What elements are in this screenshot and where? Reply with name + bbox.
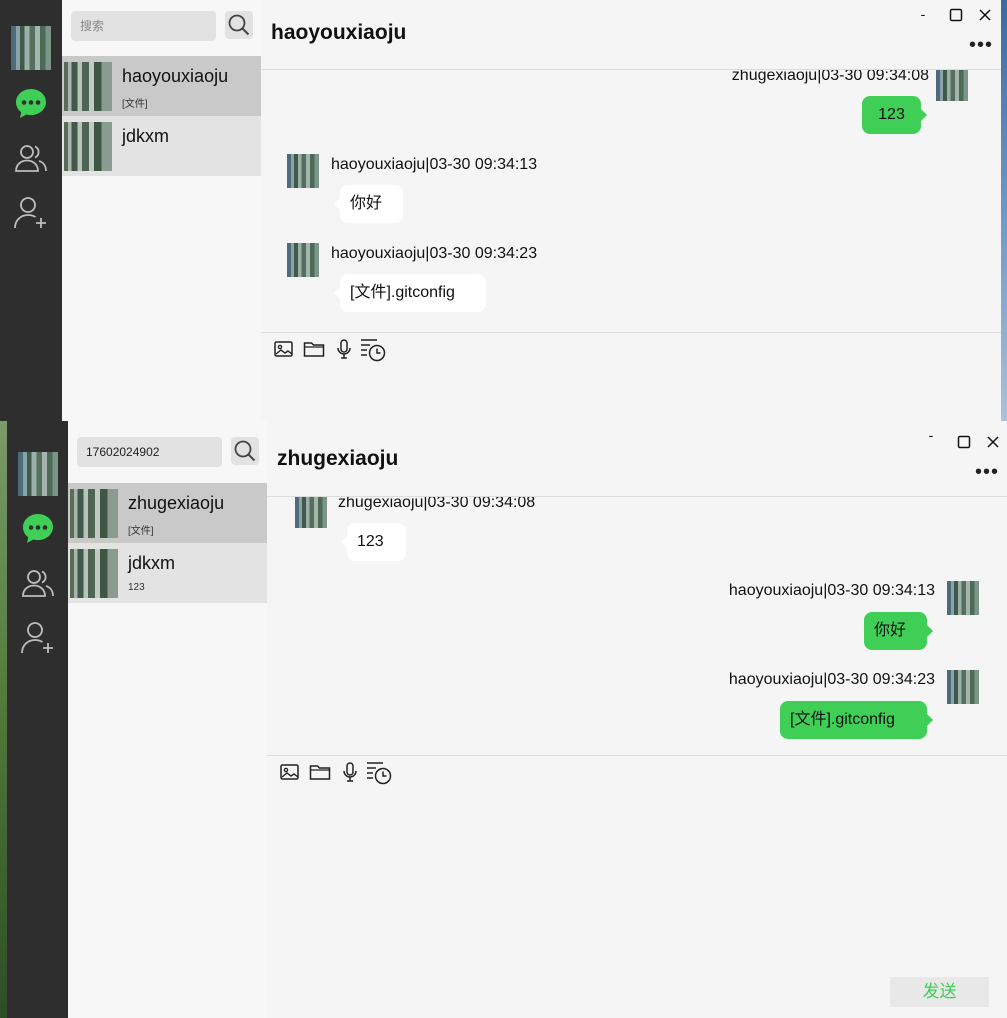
chat-icon[interactable]	[13, 86, 49, 122]
search-bar	[62, 0, 261, 56]
message-bubble-sent: 123	[862, 96, 927, 134]
avatar	[936, 70, 968, 101]
contacts-icon[interactable]	[20, 565, 56, 601]
send-button[interactable]: 发送	[890, 977, 989, 1007]
chat-title: zhugexiaoju	[277, 447, 399, 470]
message-meta: haoyouxiaoju|03-30 09:34:13	[331, 156, 538, 173]
message-meta: haoyouxiaoju|03-30 09:34:13	[728, 582, 935, 599]
list-item-zhugexiaoju[interactable]: zhugexiaoju [文件]	[68, 483, 267, 543]
avatar	[947, 581, 979, 615]
search-input[interactable]	[77, 437, 222, 467]
nav-sidebar	[7, 421, 68, 1018]
contact-preview: [文件]	[128, 526, 154, 537]
avatar	[70, 549, 118, 598]
message-meta: zhugexiaoju|03-30 09:34:08	[731, 70, 929, 84]
user-avatar[interactable]	[11, 26, 51, 70]
contact-name: jdkxm	[128, 553, 176, 573]
folder-icon[interactable]	[308, 760, 332, 784]
chat-window-haoyouxiaoju: haoyouxiaoju [文件] jdkxm haoyouxiaoju - •…	[0, 0, 1007, 421]
avatar	[947, 670, 979, 704]
more-options-button[interactable]: •••	[975, 462, 999, 482]
contact-preview: 123	[128, 582, 145, 593]
image-icon[interactable]	[272, 337, 296, 361]
contact-name: zhugexiaoju	[128, 493, 225, 513]
avatar	[64, 122, 112, 171]
chat-title: haoyouxiaoju	[271, 21, 407, 44]
contacts-icon[interactable]	[13, 140, 49, 176]
search-icon[interactable]	[231, 437, 259, 465]
add-friend-icon[interactable]	[13, 194, 49, 230]
chat-icon[interactable]	[20, 511, 56, 547]
list-item-haoyouxiaoju[interactable]: haoyouxiaoju [文件]	[62, 56, 261, 116]
input-toolbar: 发送	[267, 755, 1007, 1018]
microphone-icon[interactable]	[338, 760, 362, 784]
close-button[interactable]	[987, 436, 999, 448]
avatar	[64, 62, 112, 111]
message-bubble-received: 123	[341, 523, 406, 561]
contact-name: haoyouxiaoju	[122, 66, 229, 86]
conversation-list: haoyouxiaoju [文件] jdkxm	[62, 0, 262, 421]
add-friend-icon[interactable]	[20, 619, 56, 655]
nav-sidebar	[0, 0, 62, 421]
more-options-button[interactable]: •••	[969, 35, 993, 55]
conversation-list: zhugexiaoju [文件] jdkxm 123	[68, 421, 268, 1018]
minimize-button[interactable]: -	[913, 6, 933, 22]
search-bar	[68, 421, 267, 483]
folder-icon[interactable]	[302, 337, 326, 361]
avatar	[287, 243, 319, 277]
maximize-button[interactable]	[949, 8, 963, 22]
message-bubble-sent: 你好	[864, 612, 933, 650]
chat-panel: haoyouxiaoju - ••• zhugexiaoju|03-30 09:…	[261, 0, 1001, 421]
minimize-button[interactable]: -	[921, 427, 941, 443]
message-meta: haoyouxiaoju|03-30 09:34:23	[728, 671, 935, 688]
message-area: zhugexiaoju|03-30 09:34:08 123 haoyouxia…	[267, 497, 1007, 755]
contact-preview: [文件]	[122, 99, 148, 110]
contact-name: jdkxm	[122, 126, 170, 146]
image-icon[interactable]	[278, 760, 302, 784]
avatar	[287, 154, 319, 188]
close-button[interactable]	[979, 9, 991, 21]
chat-panel: zhugexiaoju - ••• zhugexiaoju|03-30 09:3…	[267, 421, 1007, 1018]
history-icon[interactable]	[359, 335, 387, 363]
message-bubble-received: 你好	[334, 185, 403, 223]
message-bubble-received: [文件].gitconfig	[334, 274, 486, 312]
user-avatar[interactable]	[17, 452, 58, 496]
history-icon[interactable]	[365, 758, 393, 786]
avatar	[295, 497, 327, 528]
list-item-jdkxm[interactable]: jdkxm	[62, 116, 261, 176]
input-toolbar	[261, 332, 1001, 421]
microphone-icon[interactable]	[332, 337, 356, 361]
maximize-button[interactable]	[957, 435, 971, 449]
list-item-jdkxm[interactable]: jdkxm 123	[68, 543, 267, 603]
message-bubble-sent: [文件].gitconfig	[780, 701, 933, 739]
message-meta: zhugexiaoju|03-30 09:34:08	[338, 497, 536, 511]
search-input[interactable]	[71, 11, 216, 41]
message-area: zhugexiaoju|03-30 09:34:08 123 haoyouxia…	[261, 70, 1001, 332]
desktop-wallpaper	[1001, 0, 1007, 421]
chat-window-zhugexiaoju: zhugexiaoju [文件] jdkxm 123 zhugexiaoju -…	[7, 421, 1007, 1018]
search-icon[interactable]	[225, 11, 253, 39]
message-input[interactable]	[277, 790, 997, 968]
avatar	[70, 489, 118, 538]
message-meta: haoyouxiaoju|03-30 09:34:23	[331, 245, 538, 262]
